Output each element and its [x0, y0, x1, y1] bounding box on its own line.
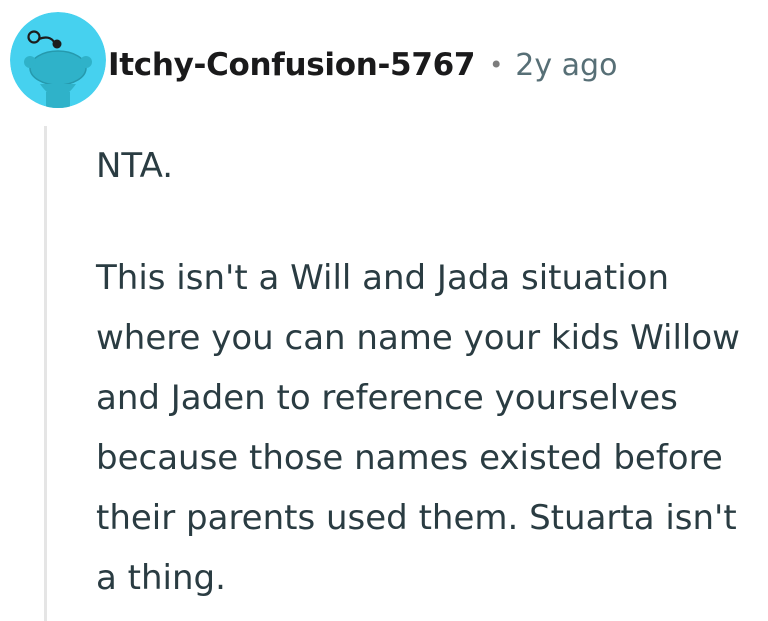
comment-age[interactable]: 2y ago — [515, 48, 617, 83]
thread-collapse-line[interactable] — [44, 126, 47, 621]
meta-separator: • — [489, 51, 504, 79]
author-username[interactable]: Itchy-Confusion-5767 — [108, 47, 475, 83]
comment-meta: Itchy-Confusion-5767 • 2y ago — [108, 42, 617, 88]
comment-paragraph: This isn't a Will and Jada situation whe… — [96, 258, 740, 598]
user-avatar[interactable] — [10, 12, 106, 108]
comment-body: NTA. This isn't a Will and Jada situatio… — [96, 136, 746, 608]
snoo-avatar-icon — [10, 12, 106, 108]
comment-paragraph: NTA. — [96, 146, 174, 186]
comment: Itchy-Confusion-5767 • 2y ago NTA. This … — [0, 0, 768, 621]
